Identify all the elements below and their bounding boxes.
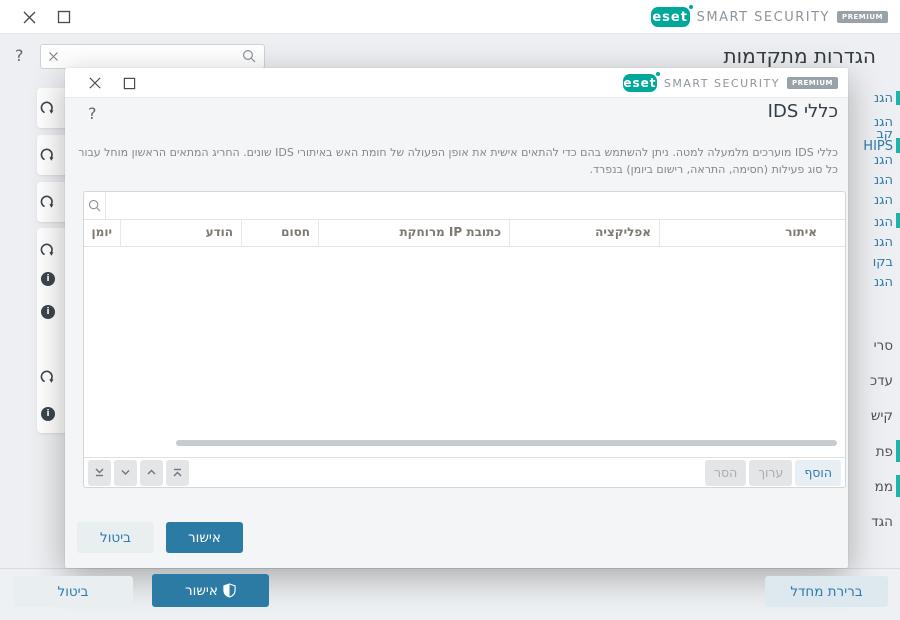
main-titlebar: eset SMART SECURITY PREMIUM: [0, 0, 900, 34]
dialog-help-icon[interactable]: ?: [88, 104, 97, 123]
dialog-cancel-button[interactable]: ביטול: [77, 522, 154, 553]
remove-button[interactable]: הסר: [705, 460, 746, 486]
revert-icon[interactable]: [40, 242, 56, 258]
sidebar-item-9[interactable]: הגנ: [874, 235, 893, 250]
eset-brand-logo: eset SMART SECURITY PREMIUM: [651, 7, 888, 27]
close-icon[interactable]: [22, 10, 37, 25]
column-header-application[interactable]: אפליקציה: [509, 220, 659, 246]
info-icon[interactable]: i: [41, 272, 55, 286]
search-icon[interactable]: [242, 49, 257, 64]
edit-button[interactable]: ערוך: [749, 460, 792, 486]
revert-icon[interactable]: [40, 369, 56, 385]
ids-rules-dialog: eset SMART SECURITY PREMIUM ? כללי IDS כ…: [65, 68, 848, 568]
dialog-title: כללי IDS: [768, 101, 838, 122]
table-toolbar: הסר ערוך הוסף: [84, 457, 845, 487]
column-header-remote-ip[interactable]: כתובת IP מרוחקת: [318, 220, 509, 246]
column-header-notify[interactable]: הודע: [120, 220, 241, 246]
add-button[interactable]: הוסף: [795, 460, 841, 486]
column-header-block[interactable]: חסום: [241, 220, 318, 246]
dialog-close-icon[interactable]: [88, 76, 103, 91]
sidebar-item-4[interactable]: HIPS: [863, 139, 893, 154]
modified-marker: [896, 91, 900, 105]
modified-marker: [896, 213, 900, 228]
sidebar-item-8[interactable]: הגנ: [874, 215, 893, 230]
main-search-input[interactable]: [65, 50, 236, 64]
premium-badge: PREMIUM: [787, 77, 838, 89]
premium-badge: PREMIUM: [837, 11, 888, 23]
dialog-description: כללי IDS מוערכים מלמעלה למטה. ניתן להשתמ…: [77, 144, 838, 178]
maximize-icon[interactable]: [57, 10, 72, 25]
sidebar-item-5[interactable]: הגנ: [874, 153, 893, 168]
uac-shield-icon: [223, 583, 236, 598]
sidebar-category-1[interactable]: סרי: [874, 338, 893, 354]
help-icon[interactable]: ?: [15, 46, 24, 65]
move-down-button[interactable]: [114, 460, 137, 486]
modified-marker: [896, 138, 900, 153]
sidebar-item-7[interactable]: הגנ: [874, 193, 893, 208]
dialog-maximize-icon[interactable]: [123, 77, 138, 92]
product-name: SMART SECURITY: [697, 10, 830, 25]
default-button[interactable]: ברירת מחדל: [765, 576, 888, 607]
main-search[interactable]: [40, 44, 265, 69]
column-header-log[interactable]: יומן: [84, 220, 120, 246]
sidebar-item-1[interactable]: הגנ: [874, 91, 893, 106]
revert-icon[interactable]: [40, 194, 56, 210]
main-ok-button[interactable]: אישור: [152, 574, 269, 607]
table-body-empty: [84, 247, 845, 457]
modified-marker: [896, 440, 900, 462]
sidebar-category-2[interactable]: עדכ: [870, 373, 893, 389]
table-search-input[interactable]: [106, 192, 845, 219]
search-icon: [84, 192, 106, 219]
modified-marker: [896, 475, 900, 497]
info-icon[interactable]: i: [41, 407, 55, 421]
rules-table: יומן הודע חסום כתובת IP מרוחקת אפליקציה …: [83, 191, 846, 488]
move-to-top-button[interactable]: [166, 460, 189, 486]
sidebar-item-11[interactable]: הגנ: [874, 275, 893, 290]
dialog-titlebar: eset SMART SECURITY PREMIUM: [65, 68, 848, 98]
revert-icon[interactable]: [40, 147, 56, 163]
clear-search-icon[interactable]: [48, 51, 59, 62]
table-search: [84, 192, 845, 220]
sidebar-category-3[interactable]: קיש: [871, 408, 893, 424]
sidebar-item-6[interactable]: הגנ: [874, 173, 893, 188]
horizontal-scrollbar[interactable]: [176, 440, 837, 446]
page-title: הגדרות מתקדמות: [724, 44, 876, 68]
sidebar-category-5[interactable]: ממ: [875, 479, 893, 495]
sidebar-category-6[interactable]: הגד: [871, 514, 893, 530]
eset-logo-icon: eset: [651, 7, 690, 27]
table-header-row: יומן הודע חסום כתובת IP מרוחקת אפליקציה …: [84, 220, 845, 247]
dialog-ok-button[interactable]: אישור: [166, 522, 243, 553]
main-cancel-button[interactable]: ביטול: [13, 576, 133, 607]
move-up-button[interactable]: [140, 460, 163, 486]
info-icon[interactable]: i: [41, 305, 55, 319]
column-header-detection[interactable]: איתור: [659, 220, 845, 246]
product-name: SMART SECURITY: [664, 77, 780, 90]
sidebar-item-10[interactable]: בקו: [873, 255, 893, 270]
revert-icon[interactable]: [40, 100, 56, 116]
dialog-eset-logo: eset SMART SECURITY PREMIUM: [623, 74, 838, 92]
move-to-bottom-button[interactable]: [88, 460, 111, 486]
sidebar-category-4[interactable]: פת: [876, 444, 893, 460]
eset-logo-icon: eset: [623, 74, 657, 92]
